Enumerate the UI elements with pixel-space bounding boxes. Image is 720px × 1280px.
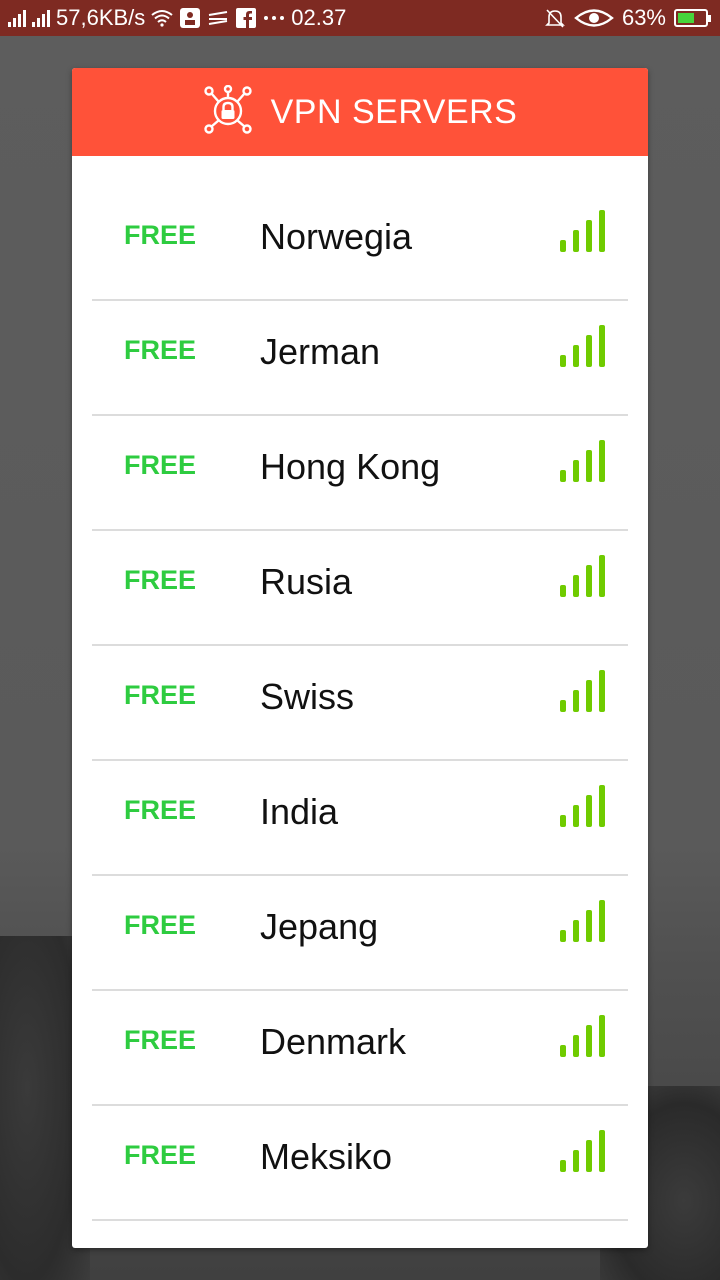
dialog-header: VPN SERVERS <box>72 68 648 156</box>
dialog-title: VPN SERVERS <box>270 92 518 131</box>
server-name: Norwegia <box>260 216 413 257</box>
server-name: India <box>260 791 339 832</box>
server-name: Hong Kong <box>260 446 441 487</box>
signal-bar <box>560 470 566 482</box>
vpn-lock-network-icon <box>203 84 253 140</box>
signal-bar <box>586 910 592 942</box>
signal-bar <box>586 565 592 597</box>
signal-strength-icon <box>560 440 608 482</box>
server-name: Jepang <box>260 906 379 947</box>
facebook-icon <box>235 7 257 29</box>
signal-bar <box>599 900 605 942</box>
server-row[interactable]: FREE Denmark <box>92 991 628 1106</box>
signal-bar <box>599 1130 605 1172</box>
signal-bar <box>586 335 592 367</box>
signal-strength-icon <box>560 670 608 712</box>
free-tag: FREE <box>124 795 197 825</box>
status-bar: 57,6KB/s 02.37 63% <box>0 0 720 36</box>
signal-bar <box>599 440 605 482</box>
clock: 02.37 <box>291 5 347 30</box>
signal-bar <box>560 815 566 827</box>
mute-bell-icon <box>544 7 566 29</box>
signal-bar <box>560 930 566 942</box>
free-tag: FREE <box>124 220 197 250</box>
vpn-servers-dialog: VPN SERVERS FREE Norwegia FREE Jerman FREE Ho… <box>72 68 648 1248</box>
signal-bar <box>560 1045 566 1057</box>
signal-bar <box>573 575 579 597</box>
signal-bar <box>586 1025 592 1057</box>
signal-bar <box>573 1035 579 1057</box>
battery-charging-icon <box>674 9 711 27</box>
free-tag: FREE <box>124 1025 197 1055</box>
server-name: Meksiko <box>260 1136 393 1177</box>
signal-bar <box>586 220 592 252</box>
nav-app-icon <box>207 7 229 29</box>
server-row[interactable]: FREE Jepang <box>92 876 628 991</box>
signal-strength-icon <box>560 900 608 942</box>
signal-bar <box>560 1160 566 1172</box>
battery-level-fill <box>678 13 695 23</box>
signal-bar <box>573 345 579 367</box>
signal-bar <box>586 450 592 482</box>
server-row[interactable]: FREE Rusia <box>92 531 628 646</box>
signal-bar <box>599 670 605 712</box>
server-row[interactable]: FREE Jerman <box>92 301 628 416</box>
server-list: FREE Norwegia FREE Jerman FREE Hong Kong FREE R… <box>92 186 628 1221</box>
signal-bar <box>573 920 579 942</box>
signal-strength-icon <box>560 785 608 827</box>
wifi-icon <box>151 7 173 29</box>
server-name: Swiss <box>260 676 355 717</box>
signal-bar <box>573 690 579 712</box>
free-tag: FREE <box>124 1140 197 1170</box>
signal-bar <box>586 1140 592 1172</box>
signal-strength-icon <box>560 1015 608 1057</box>
server-row[interactable]: FREE Meksiko <box>92 1106 628 1221</box>
signal-strength-icon <box>560 325 608 367</box>
signal-strength-icon <box>560 555 608 597</box>
eye-icon <box>574 7 614 29</box>
signal-bar <box>599 210 605 252</box>
signal-bar <box>560 700 566 712</box>
network-speed: 57,6KB/s <box>56 5 146 30</box>
signal-bar <box>560 355 566 367</box>
signal-bar <box>599 555 605 597</box>
signal-bar <box>599 785 605 827</box>
signal-bar <box>586 795 592 827</box>
more-dots-icon <box>263 7 285 29</box>
server-name: Denmark <box>260 1021 407 1062</box>
signal-bar <box>560 585 566 597</box>
free-tag: FREE <box>124 565 197 595</box>
signal-strength-icon <box>560 1130 608 1172</box>
free-tag: FREE <box>124 680 197 710</box>
server-name: Jerman <box>260 331 381 372</box>
signal-bar <box>586 680 592 712</box>
free-tag: FREE <box>124 910 197 940</box>
signal-icon <box>32 9 50 27</box>
battery-percent: 63% <box>621 5 666 30</box>
signal-bar <box>573 1150 579 1172</box>
signal-bar <box>599 325 605 367</box>
signal-icon <box>8 9 26 27</box>
signal-bar <box>573 230 579 252</box>
signal-strength-icon <box>560 210 608 252</box>
server-row[interactable]: FREE Norwegia <box>92 186 628 301</box>
notification-app-icon <box>179 7 201 29</box>
signal-bar <box>560 240 566 252</box>
server-name: Rusia <box>260 561 353 602</box>
server-row[interactable]: FREE Swiss <box>92 646 628 761</box>
free-tag: FREE <box>124 450 197 480</box>
signal-bar <box>599 1015 605 1057</box>
signal-bar <box>573 805 579 827</box>
signal-bar <box>573 460 579 482</box>
free-tag: FREE <box>124 335 197 365</box>
server-row[interactable]: FREE Hong Kong <box>92 416 628 531</box>
server-row[interactable]: FREE India <box>92 761 628 876</box>
